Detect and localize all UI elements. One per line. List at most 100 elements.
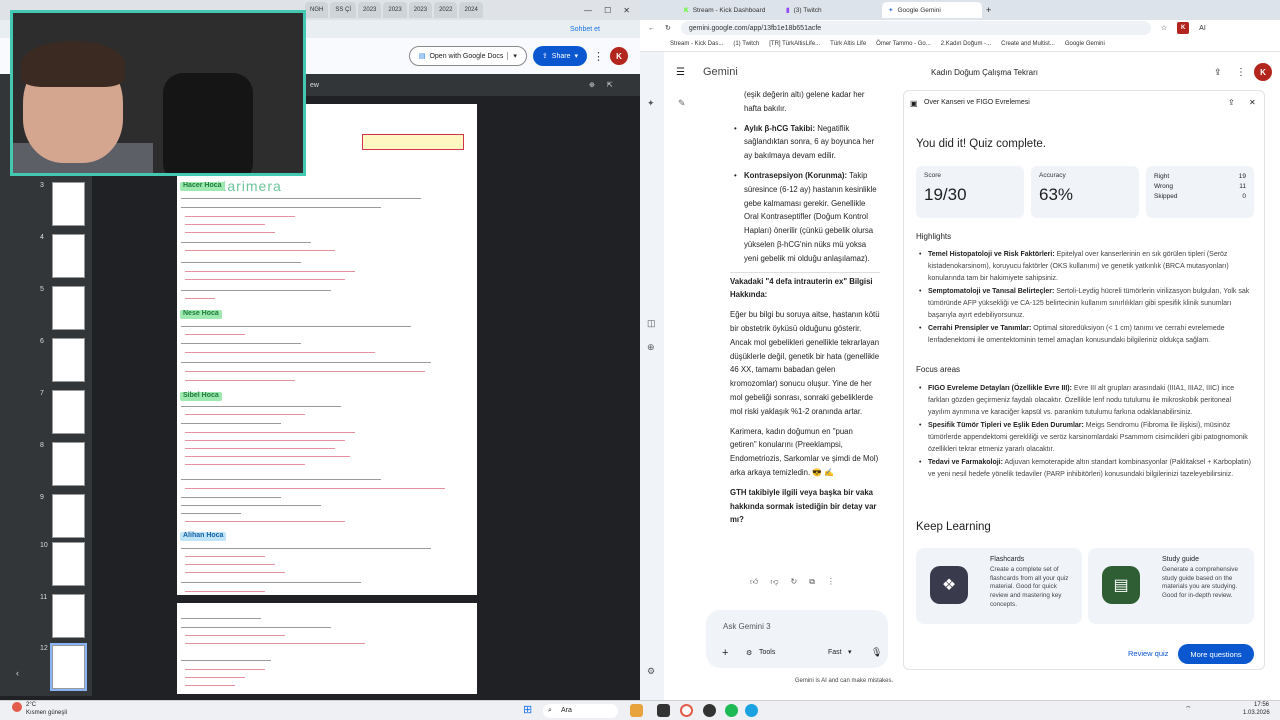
back-icon[interactable]: ← <box>648 25 655 32</box>
flashcards-card[interactable]: ❖ Flashcards Create a complete set of fl… <box>916 548 1082 624</box>
bookmark[interactable]: 2.Kadın Doğum -... <box>941 41 991 47</box>
avatar[interactable]: K <box>610 47 628 65</box>
settings-icon[interactable]: ⚙ <box>647 666 655 677</box>
popout-icon[interactable]: ⇱ <box>607 81 613 89</box>
spotify-icon[interactable] <box>725 704 738 717</box>
accuracy-label: Accuracy <box>1039 172 1066 179</box>
page-thumbnail[interactable] <box>52 286 85 330</box>
left-tab[interactable]: 2023 <box>358 2 382 18</box>
page-thumbnail[interactable] <box>52 338 85 382</box>
left-tab[interactable]: NGH <box>305 2 329 18</box>
bookmark[interactable]: Ömer Tammo - Go... <box>876 41 931 47</box>
quiz-title: Over Kanseri ve FIGO Evrelemesi <box>924 99 1030 106</box>
bookmark[interactable]: Create and Multist... <box>1001 41 1055 47</box>
browser-tab-active[interactable]: ✦ Google Gemini <box>882 2 982 18</box>
avatar[interactable]: K <box>1254 63 1272 81</box>
share-icon[interactable]: ⇪ <box>1214 67 1222 78</box>
thumbs-up-icon[interactable]: 👍︎ <box>750 577 758 587</box>
left-tab[interactable]: 2023 <box>408 2 433 18</box>
menu-icon[interactable]: ☰ <box>676 67 685 78</box>
left-tab[interactable]: 2023 <box>383 2 407 18</box>
app-icon[interactable] <box>680 704 693 717</box>
bookmark[interactable]: [TR] TürkAltisLife... <box>769 41 820 47</box>
page-thumbnail-selected[interactable] <box>50 643 87 691</box>
bookmark[interactable]: Stream - Kick Das... <box>670 41 723 47</box>
wifi-icon[interactable]: ⌔ <box>1185 705 1192 714</box>
handwriting-line <box>185 564 275 565</box>
webcam-overlay <box>10 10 306 176</box>
page-thumbnail[interactable] <box>52 494 85 538</box>
divider <box>730 271 880 273</box>
gemini-icon[interactable]: ✦ <box>647 98 655 109</box>
add-icon[interactable]: + <box>722 647 728 659</box>
taskbar-search[interactable]: ⌕ Ara <box>543 704 618 718</box>
new-tab-icon[interactable]: + <box>986 5 991 15</box>
copy-icon[interactable]: ⧉ <box>809 577 815 587</box>
url-bar[interactable]: gemini.google.com/app/13fb1e18b651acfe <box>680 21 1151 35</box>
app-icon[interactable] <box>657 704 670 717</box>
page-thumbnail[interactable] <box>52 594 85 638</box>
prompt-placeholder[interactable]: Ask Gemini 3 <box>723 622 771 631</box>
add-icon[interactable]: ⊕ <box>589 81 595 89</box>
open-with-docs-button[interactable]: ▤ Open with Google Docs ▾ <box>408 46 527 66</box>
tools-button[interactable]: Tools <box>759 649 775 656</box>
handwriting-line <box>181 582 361 583</box>
window-controls: — ☐ ✕ <box>584 0 640 20</box>
weather-icon[interactable] <box>12 702 22 712</box>
ai-mode-button[interactable]: AI <box>1199 25 1206 32</box>
share-label: Share <box>551 52 571 60</box>
extension-icon[interactable]: ◫ <box>647 318 656 329</box>
chevron-down-icon[interactable]: ▾ <box>507 52 517 60</box>
star-icon[interactable]: ☆ <box>1161 24 1167 32</box>
thumb-number: 7 <box>40 390 44 397</box>
edit-icon[interactable]: ✎ <box>678 98 686 109</box>
highlights-list: Temel Histopatoloji ve Risk Faktörleri: … <box>916 249 1254 348</box>
study-guide-card[interactable]: ▤ Study guide Generate a comprehensive s… <box>1088 548 1254 624</box>
page-thumbnail[interactable] <box>52 542 85 586</box>
chevron-down-icon[interactable]: ▾ <box>574 52 578 60</box>
focus-list: FIGO Evreleme Detayları (Özellikle Evre … <box>916 383 1254 482</box>
handwriting-line <box>181 618 261 619</box>
page-thumbnail[interactable] <box>52 234 85 278</box>
share-button[interactable]: ⇪ Share ▾ <box>532 46 587 66</box>
left-profile-label[interactable]: Sohbet et <box>570 26 600 33</box>
mode-selector[interactable]: Fast <box>828 649 842 656</box>
app-icon[interactable] <box>630 704 643 717</box>
maximize-icon[interactable]: ☐ <box>604 6 611 15</box>
reload-icon[interactable]: ↻ <box>665 24 671 32</box>
bookmark[interactable]: (1) Twitch <box>733 41 759 47</box>
page-thumbnail[interactable] <box>52 390 85 434</box>
profile-avatar[interactable]: K <box>1177 22 1190 34</box>
page-thumbnail[interactable] <box>52 442 85 486</box>
start-icon[interactable]: ⊞ <box>523 703 532 716</box>
thumb-number: 6 <box>40 338 44 345</box>
more-vert-icon[interactable]: ⋮ <box>593 50 604 63</box>
more-vert-icon[interactable]: ⋮ <box>827 577 835 587</box>
page-thumbnail[interactable] <box>52 182 85 226</box>
close-icon[interactable]: ✕ <box>1249 98 1256 107</box>
left-tab[interactable]: 2024 <box>459 2 483 18</box>
more-questions-button[interactable]: More questions <box>1178 644 1254 664</box>
quiz-results-panel: ▣ Over Kanseri ve FIGO Evrelemesi ⇪ ✕ Yo… <box>903 90 1265 670</box>
minimize-icon[interactable]: — <box>584 6 592 15</box>
regenerate-icon[interactable]: ↻ <box>791 577 798 587</box>
more-vert-icon[interactable]: ⋮ <box>1236 67 1246 78</box>
microphone-icon[interactable]: 🎙︎ <box>871 647 882 658</box>
add-icon[interactable]: ⊕ <box>647 342 655 353</box>
bookmark[interactable]: Google Gemini <box>1065 41 1105 47</box>
browser-tab[interactable]: ▮ (3) Twitch <box>780 2 880 18</box>
close-icon[interactable]: ✕ <box>623 6 630 15</box>
share-icon[interactable]: ⇪ <box>1228 98 1235 107</box>
chevron-down-icon[interactable]: ▾ <box>848 648 852 656</box>
prompt-input-box[interactable]: Ask Gemini 3 + ⚙ Tools Fast ▾ 🎙︎ <box>706 610 888 668</box>
left-tab[interactable]: SS Çİ <box>330 2 357 18</box>
chair <box>163 73 253 173</box>
edge-icon[interactable] <box>745 704 758 717</box>
left-tab[interactable]: 2022 <box>434 2 458 18</box>
chevron-left-icon[interactable]: ‹ <box>16 668 19 678</box>
bookmark[interactable]: Türk Altis Life <box>830 41 866 47</box>
app-icon[interactable] <box>703 704 716 717</box>
browser-tab[interactable]: K Stream - Kick Dashboard <box>678 2 778 18</box>
review-quiz-button[interactable]: Review quiz <box>1128 649 1168 658</box>
thumbs-down-icon[interactable]: 👎︎ <box>770 577 778 587</box>
